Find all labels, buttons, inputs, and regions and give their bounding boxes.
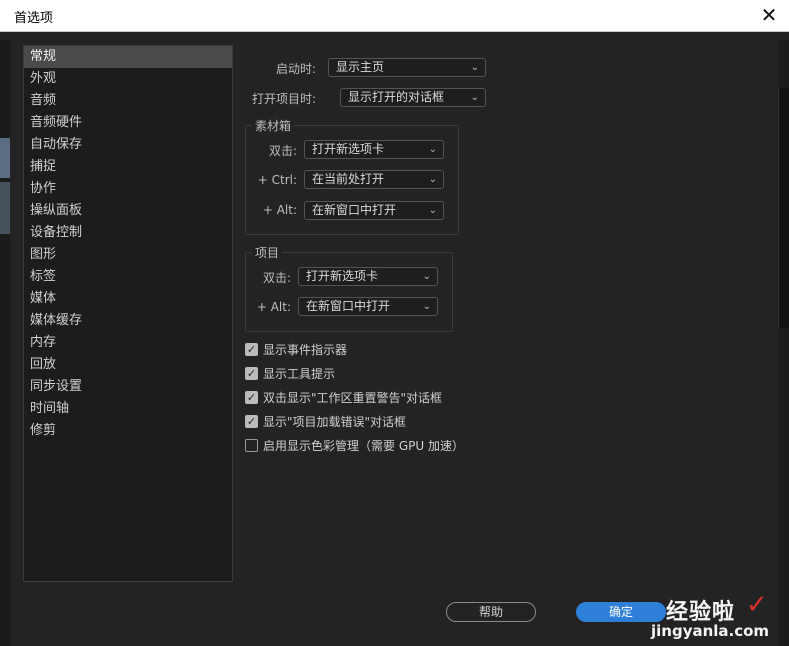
checkbox-checked-icon[interactable]: ✓ bbox=[245, 414, 258, 428]
window-title: 首选项 bbox=[14, 11, 54, 26]
open-project-select[interactable]: 显示打开的对话框 ⌄ bbox=[340, 88, 486, 107]
project-double-click-value: 打开新选项卡 bbox=[306, 269, 379, 283]
sidebar-item-appearance[interactable]: 外观 bbox=[24, 68, 232, 90]
checkbox-label: 双击显示"工作区重置警告"对话框 bbox=[263, 390, 443, 405]
sidebar-item-auto-save[interactable]: 自动保存 bbox=[24, 134, 232, 156]
chevron-down-icon: ⌄ bbox=[422, 271, 431, 282]
bin-double-click-select[interactable]: 打开新选项卡 ⌄ bbox=[304, 140, 444, 159]
sidebar-item-media[interactable]: 媒体 bbox=[24, 288, 232, 310]
bin-alt-label: + Alt: bbox=[262, 203, 297, 217]
project-double-click-select[interactable]: 打开新选项卡 ⌄ bbox=[298, 267, 438, 286]
bin-group-title: 素材箱 bbox=[252, 117, 295, 134]
chevron-down-icon: ⌄ bbox=[470, 92, 479, 103]
sidebar-item-memory[interactable]: 内存 bbox=[24, 332, 232, 354]
checkbox-workspace-reset-warning[interactable]: ✓ 双击显示"工作区重置警告"对话框 bbox=[245, 388, 442, 406]
bin-ctrl-value: 在当前处打开 bbox=[312, 172, 385, 186]
checkbox-display-color-management[interactable]: 启用显示色彩管理（需要 GPU 加速） bbox=[245, 436, 464, 454]
sidebar-item-audio-hardware[interactable]: 音频硬件 bbox=[24, 112, 232, 134]
watermark-logo: 经验啦 ✓ jingyanla.com bbox=[651, 590, 789, 646]
sidebar-item-trim[interactable]: 修剪 bbox=[24, 420, 232, 442]
preferences-dialog: 首选项 ✕ 常规 外观 音频 音频硬件 自动保存 捕捉 协作 操纵面板 设备控制… bbox=[0, 0, 789, 646]
bin-double-click-label: 双击: bbox=[268, 144, 297, 158]
checkbox-label: 显示"项目加载错误"对话框 bbox=[263, 414, 407, 429]
background-panel bbox=[778, 88, 789, 328]
startup-label: 启动时: bbox=[275, 62, 316, 76]
chevron-down-icon: ⌄ bbox=[422, 301, 431, 312]
sidebar-item-control-surface[interactable]: 操纵面板 bbox=[24, 200, 232, 222]
category-sidebar: 常规 外观 音频 音频硬件 自动保存 捕捉 协作 操纵面板 设备控制 图形 标签… bbox=[23, 45, 233, 582]
background-window-left bbox=[0, 40, 10, 646]
sidebar-item-device-control[interactable]: 设备控制 bbox=[24, 222, 232, 244]
sidebar-item-sync-settings[interactable]: 同步设置 bbox=[24, 376, 232, 398]
project-group bbox=[245, 252, 453, 332]
sidebar-item-capture[interactable]: 捕捉 bbox=[24, 156, 232, 178]
bin-alt-value: 在新窗口中打开 bbox=[312, 203, 397, 217]
checkbox-show-event-indicators[interactable]: ✓ 显示事件指示器 bbox=[245, 340, 347, 358]
open-project-label: 打开项目时: bbox=[251, 92, 316, 106]
watermark-url: jingyanla.com bbox=[651, 622, 770, 640]
background-thumbnail bbox=[0, 138, 10, 178]
startup-select-value: 显示主页 bbox=[336, 60, 385, 74]
checkbox-checked-icon[interactable]: ✓ bbox=[245, 342, 258, 356]
bin-double-click-value: 打开新选项卡 bbox=[312, 142, 385, 156]
checkbox-checked-icon[interactable]: ✓ bbox=[245, 366, 258, 380]
checkbox-checked-icon[interactable]: ✓ bbox=[245, 390, 258, 404]
sidebar-item-media-cache[interactable]: 媒体缓存 bbox=[24, 310, 232, 332]
checkbox-project-load-error[interactable]: ✓ 显示"项目加载错误"对话框 bbox=[245, 412, 406, 430]
bin-ctrl-select[interactable]: 在当前处打开 ⌄ bbox=[304, 170, 444, 189]
checkbox-unchecked-icon[interactable] bbox=[245, 438, 258, 452]
sidebar-item-graphics[interactable]: 图形 bbox=[24, 244, 232, 266]
background-thumbnail bbox=[0, 182, 10, 234]
chevron-down-icon: ⌄ bbox=[470, 62, 479, 73]
chevron-down-icon: ⌄ bbox=[428, 174, 437, 185]
project-double-click-label: 双击: bbox=[262, 271, 291, 285]
bin-alt-select[interactable]: 在新窗口中打开 ⌄ bbox=[304, 201, 444, 220]
project-group-title: 项目 bbox=[252, 244, 283, 261]
project-alt-label: + Alt: bbox=[256, 300, 291, 314]
sidebar-item-labels[interactable]: 标签 bbox=[24, 266, 232, 288]
help-button[interactable]: 帮助 bbox=[446, 602, 536, 622]
chevron-down-icon: ⌄ bbox=[428, 144, 437, 155]
sidebar-item-timeline[interactable]: 时间轴 bbox=[24, 398, 232, 420]
checkbox-label: 显示工具提示 bbox=[263, 366, 336, 381]
sidebar-item-collaboration[interactable]: 协作 bbox=[24, 178, 232, 200]
sidebar-item-playback[interactable]: 回放 bbox=[24, 354, 232, 376]
checkmark-icon: ✓ bbox=[746, 590, 768, 620]
bin-ctrl-label: + Ctrl: bbox=[257, 173, 297, 187]
checkbox-label: 启用显示色彩管理（需要 GPU 加速） bbox=[263, 438, 464, 453]
open-project-select-value: 显示打开的对话框 bbox=[348, 90, 445, 104]
checkbox-label: 显示事件指示器 bbox=[263, 342, 348, 357]
sidebar-item-audio[interactable]: 音频 bbox=[24, 90, 232, 112]
sidebar-item-general[interactable]: 常规 bbox=[24, 46, 232, 68]
project-alt-select[interactable]: 在新窗口中打开 ⌄ bbox=[298, 297, 438, 316]
startup-select[interactable]: 显示主页 ⌄ bbox=[328, 58, 486, 77]
close-button[interactable]: ✕ bbox=[755, 2, 783, 28]
chevron-down-icon: ⌄ bbox=[428, 205, 437, 216]
project-alt-value: 在新窗口中打开 bbox=[306, 299, 391, 313]
title-bar: 首选项 ✕ bbox=[0, 0, 789, 32]
checkbox-show-tooltips[interactable]: ✓ 显示工具提示 bbox=[245, 364, 335, 382]
